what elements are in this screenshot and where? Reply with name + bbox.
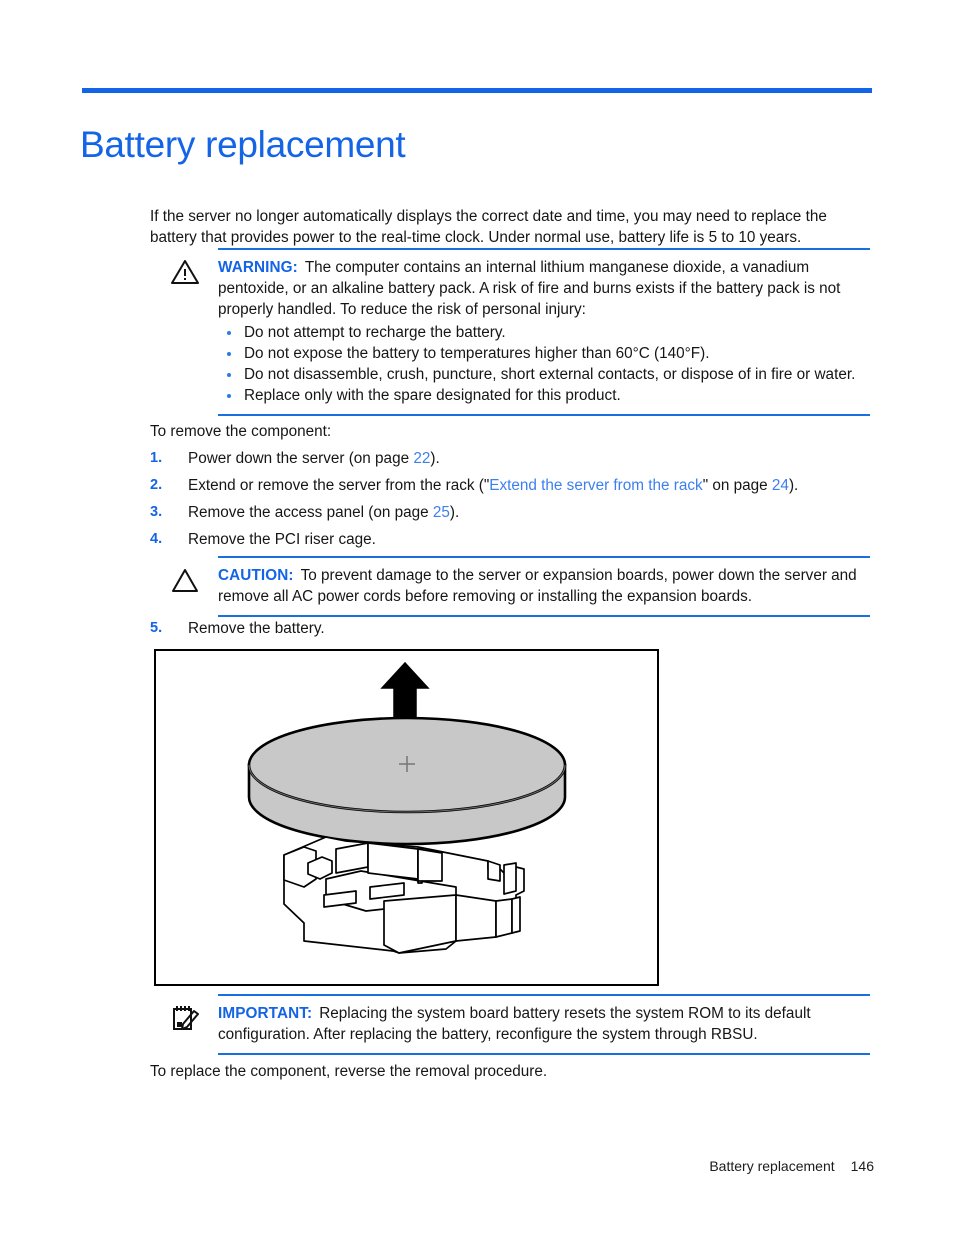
footer-chapter: Battery replacement: [709, 1158, 835, 1174]
step-text: Extend or remove the server from the rac…: [188, 475, 874, 496]
page-reference[interactable]: 22: [413, 450, 430, 467]
step-text-prefix: Remove the access panel (on page: [188, 504, 433, 521]
step-text: Remove the PCI riser cage.: [188, 531, 376, 548]
step-text: Power down the server (on page 22).: [188, 448, 874, 469]
note-pencil-icon: [170, 1004, 200, 1032]
important-notice: IMPORTANT: Replacing the system board bat…: [173, 994, 870, 1055]
step-2: 2. Extend or remove the server from the …: [150, 475, 874, 496]
step-4: 4. Remove the PCI riser cage.: [150, 529, 874, 550]
step-number: 1.: [150, 450, 163, 466]
battery-removal-illustration: [154, 649, 659, 986]
step-text-middle: " on page: [702, 477, 772, 494]
list-item: Do not expose the battery to temperature…: [218, 343, 870, 364]
step-text-prefix: Power down the server (on page: [188, 450, 414, 467]
page-reference[interactable]: 25: [433, 504, 450, 521]
warning-triangle-icon: [170, 258, 200, 286]
step-1: 1. Power down the server (on page 22).: [150, 448, 874, 469]
cross-reference-link[interactable]: Extend the server from the rack: [489, 477, 702, 494]
step-number: 3.: [150, 504, 163, 520]
battery-socket: [283, 836, 525, 954]
step-number: 5.: [150, 620, 163, 636]
warning-notice: WARNING: The computer contains an interna…: [171, 248, 870, 416]
warning-text: The computer contains an internal lithiu…: [218, 259, 841, 318]
caution-label: CAUTION:: [218, 567, 294, 584]
page-title: Battery replacement: [80, 123, 406, 165]
step-text-suffix: ).: [788, 477, 799, 494]
document-page: Battery replacement If the server no lon…: [0, 0, 954, 1235]
step-text: Remove the access panel (on page 25).: [188, 502, 874, 523]
step-text-prefix: Extend or remove the server from the rac…: [188, 477, 490, 494]
step-3: 3. Remove the access panel (on page 25).: [150, 502, 874, 523]
step-text: Remove the battery.: [188, 620, 325, 637]
step-text-suffix: ).: [449, 504, 460, 521]
warning-bullet-list: Do not attempt to recharge the battery. …: [218, 322, 870, 406]
lead-in-text: To remove the component:: [150, 423, 332, 440]
title-rule: [82, 88, 872, 93]
step-number: 4.: [150, 531, 163, 547]
step-text-suffix: ).: [430, 450, 440, 467]
list-item: Do not attempt to recharge the battery.: [218, 322, 870, 343]
caution-triangle-icon: [170, 566, 200, 594]
list-item: Replace only with the spare designated f…: [218, 385, 870, 406]
step-number: 2.: [150, 477, 163, 493]
intro-paragraph: If the server no longer automatically di…: [150, 208, 827, 246]
warning-label: WARNING:: [218, 259, 298, 276]
coin-cell-battery: [247, 716, 567, 846]
page-reference[interactable]: 24: [772, 477, 789, 494]
closing-paragraph: To replace the component, reverse the re…: [150, 1063, 548, 1080]
list-item: Do not disassemble, crush, puncture, sho…: [218, 364, 870, 385]
important-label: IMPORTANT:: [218, 1005, 313, 1022]
caution-text: To prevent damage to the server or expan…: [218, 567, 857, 605]
page-footer: Battery replacement 146: [0, 1158, 874, 1174]
footer-page-number: 146: [850, 1158, 874, 1174]
step-5: 5. Remove the battery.: [150, 618, 874, 639]
caution-notice: CAUTION: To prevent damage to the server …: [172, 556, 870, 617]
